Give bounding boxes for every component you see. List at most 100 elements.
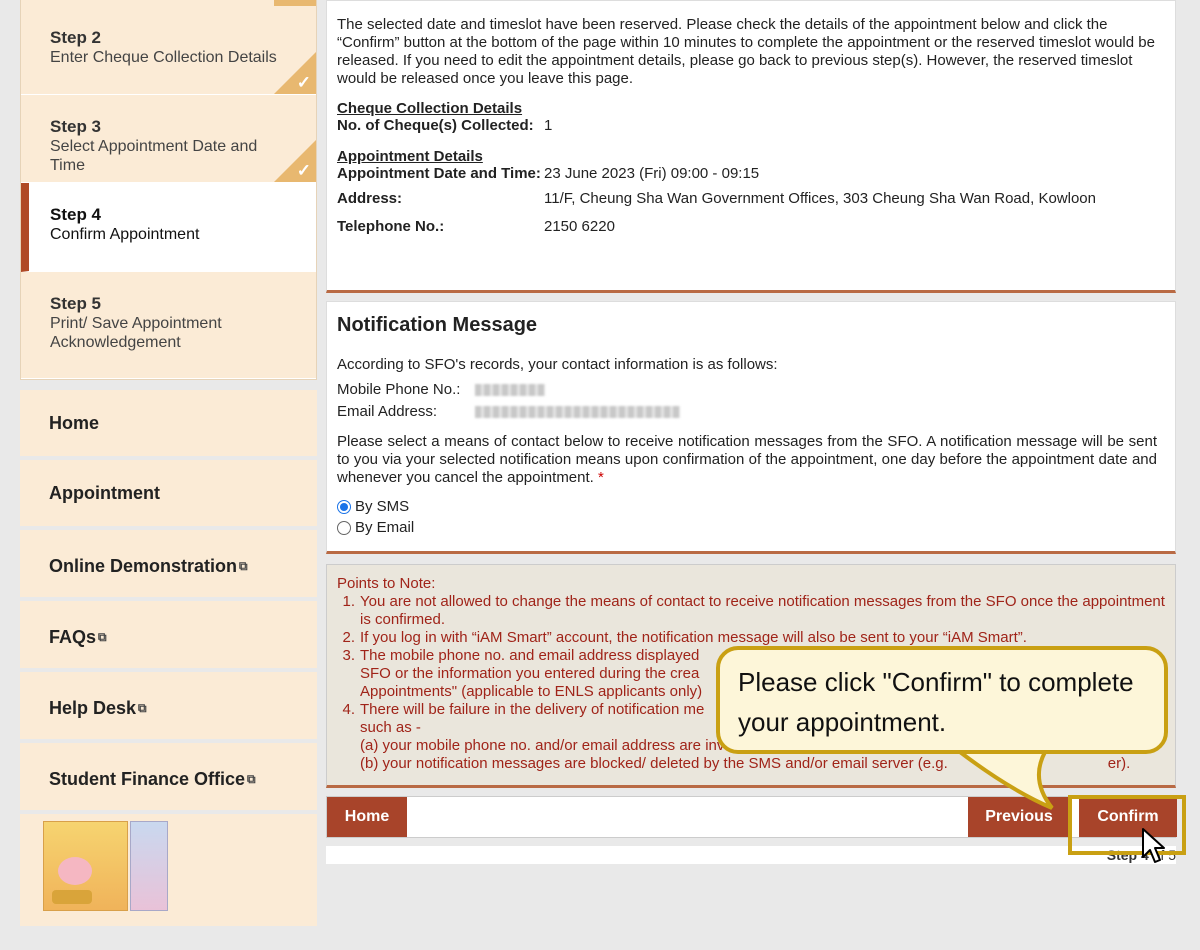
poster-thumbnail: [43, 821, 128, 911]
note-text: There will be failure in the delivery of…: [360, 701, 705, 718]
field-label: Appointment Date and Time:: [337, 165, 541, 182]
note-text-tail: er).: [1107, 755, 1131, 772]
checkmark-icon: ✓: [296, 73, 311, 92]
step-number: Step 5: [50, 294, 102, 313]
external-link-icon: ⧉: [247, 772, 256, 786]
menu-item-home[interactable]: Home: [20, 390, 317, 456]
date-row: Appointment Date and Time: 23 June 2023 …: [337, 165, 1165, 183]
note-number: 4.: [342, 701, 355, 718]
option-sms[interactable]: By SMS: [337, 496, 1157, 517]
checkmark-icon: ✓: [296, 161, 311, 180]
field-label: No. of Cheque(s) Collected:: [337, 117, 534, 134]
note-item: 1. You are not allowed to change the mean…: [337, 593, 1165, 629]
field-value: 23 June 2023 (Fri) 09:00 - 09:15: [544, 165, 760, 182]
address-row: Address: 11/F, Cheung Sha Wan Government…: [337, 190, 1165, 208]
field-label: Address:: [337, 190, 403, 207]
intro-text: The selected date and timeslot have been…: [337, 16, 1155, 87]
field-value: 11/F, Cheung Sha Wan Government Offices,…: [544, 190, 1096, 207]
required-marker: *: [598, 469, 604, 486]
cheque-section-title: Cheque Collection Details: [337, 100, 523, 117]
note-number: [337, 737, 360, 755]
mobile-row: Mobile Phone No.:: [337, 379, 1157, 401]
appointment-section-title: Appointment Details: [337, 148, 483, 165]
redacted-mobile: [475, 384, 545, 396]
menu-label: Help Desk: [49, 698, 137, 718]
step-item-2[interactable]: Step 2 Enter Cheque Collection Details ✓: [21, 0, 316, 95]
note-number: 2.: [342, 629, 355, 646]
note-number: [337, 719, 360, 737]
note-text: such as -: [360, 719, 421, 736]
mouse-pointer-icon: [1142, 828, 1165, 863]
note-item: (b) your notification messages are block…: [337, 755, 1165, 773]
step-number: Step 3: [50, 117, 102, 136]
sidebar-menu: Home Appointment Online Demonstration ⧉ F…: [20, 390, 317, 926]
note-text: If you log in with “iAM Smart” account, …: [360, 629, 1027, 646]
promo-banner[interactable]: [20, 814, 317, 926]
radio-label: By SMS: [355, 498, 410, 515]
menu-item-help-desk[interactable]: Help Desk ⧉: [20, 672, 317, 739]
records-text: According to SFO's records, your contact…: [337, 356, 778, 373]
menu-item-online-demonstration[interactable]: Online Demonstration ⧉: [20, 530, 317, 597]
notes-heading: Points to Note:: [337, 575, 436, 592]
appointment-summary-panel: The selected date and timeslot have been…: [326, 0, 1176, 293]
menu-label: Home: [49, 412, 100, 433]
email-row: Email Address:: [337, 401, 1157, 423]
callout-text: Please click "Confirm" to complete your …: [738, 667, 1134, 737]
step-description: Enter Cheque Collection Details: [50, 49, 277, 66]
field-label: Telephone No.:: [337, 218, 445, 235]
external-link-icon: ⧉: [239, 559, 248, 573]
field-value: 1: [544, 117, 553, 134]
coins-icon: [52, 890, 92, 904]
notification-panel: Notification Message According to SFO's …: [326, 301, 1176, 554]
step-number: Step 4: [50, 205, 102, 224]
menu-label: Online Demonstration: [49, 556, 238, 576]
note-number: [337, 665, 360, 683]
note-text: The mobile phone no. and email address d…: [360, 647, 700, 664]
instruction-body: Please select a means of contact below t…: [337, 433, 1157, 486]
note-number: 3.: [342, 647, 355, 664]
poster-thumbnail: [130, 821, 168, 911]
note-text: (b) your notification messages are block…: [360, 755, 948, 772]
note-number: [337, 683, 360, 701]
note-text: You are not allowed to change the means …: [360, 593, 1165, 628]
redacted-email: [475, 406, 680, 418]
previous-button[interactable]: Previous: [968, 797, 1070, 837]
menu-label: Student Finance Office: [49, 769, 246, 789]
external-link-icon: ⧉: [138, 701, 147, 715]
step-item-5: Step 5 Print/ Save Appointment Acknowled…: [21, 272, 316, 379]
menu-label: Appointment: [49, 482, 160, 503]
menu-item-appointment[interactable]: Appointment: [20, 460, 317, 526]
radio-email[interactable]: [337, 520, 351, 535]
note-number: [337, 755, 360, 773]
step-description: Print/ Save Appointment Acknowledgement: [50, 315, 222, 351]
note-item: 2. If you log in with “iAM Smart” account…: [337, 629, 1165, 647]
menu-item-student-finance-office[interactable]: Student Finance Office ⧉: [20, 743, 317, 810]
notification-title: Notification Message: [337, 314, 538, 336]
field-label: Email Address:: [337, 403, 438, 420]
piggy-bank-icon: [58, 857, 92, 885]
confirm-highlight-box: [1068, 795, 1186, 855]
option-email[interactable]: By Email: [337, 517, 1157, 538]
step-list: Step 2 Enter Cheque Collection Details ✓…: [20, 0, 317, 380]
home-button[interactable]: Home: [327, 797, 407, 837]
radio-sms[interactable]: [337, 499, 351, 514]
step-item-4-active: Step 4 Confirm Appointment: [21, 183, 316, 272]
instruction-text: Please select a means of contact below t…: [337, 433, 1157, 487]
step-number: Step 2: [50, 28, 102, 47]
note-number: 1.: [342, 593, 355, 610]
tooltip-callout: Please click "Confirm" to complete your …: [716, 646, 1168, 754]
action-bar: Home Previous Confirm: [326, 796, 1177, 838]
step-indicator: Step 4 of 5: [326, 846, 1176, 864]
field-value: 2150 6220: [544, 218, 615, 235]
sidebar: Step 2 Enter Cheque Collection Details ✓…: [20, 0, 317, 926]
cheque-count-row: No. of Cheque(s) Collected: 1: [337, 117, 1165, 135]
telephone-row: Telephone No.: 2150 6220: [337, 218, 1165, 236]
note-text: SFO or the information you entered durin…: [360, 665, 700, 682]
note-text: Appointments" (applicable to ENLS applic…: [360, 683, 703, 700]
radio-label: By Email: [355, 519, 415, 536]
menu-item-faqs[interactable]: FAQs ⧉: [20, 601, 317, 668]
menu-label: FAQs: [49, 627, 97, 647]
field-label: Mobile Phone No.:: [337, 381, 461, 398]
step-item-3[interactable]: Step 3 Select Appointment Date and Time …: [21, 95, 316, 183]
step-description: Select Appointment Date and Time: [50, 138, 258, 174]
